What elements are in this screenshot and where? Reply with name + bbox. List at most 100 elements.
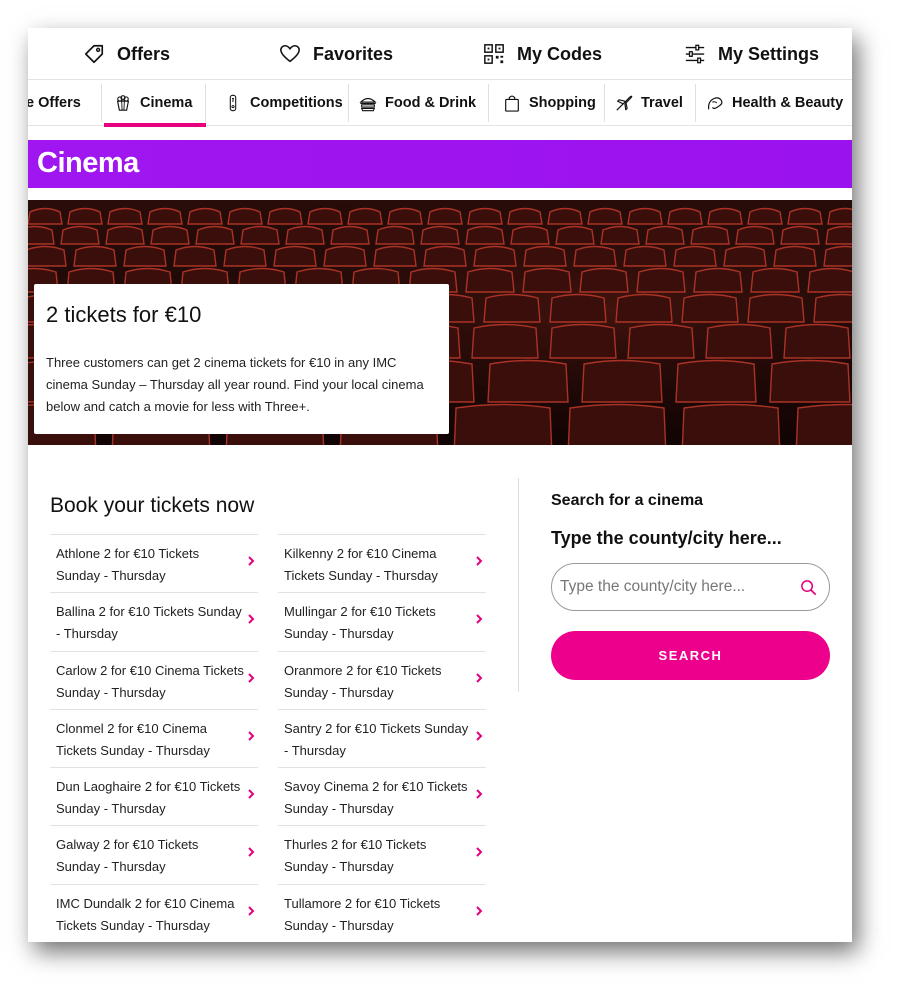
- seat-shape: [523, 245, 567, 267]
- chevron-right-icon: [476, 906, 483, 916]
- nav-my-settings[interactable]: My Settings: [684, 28, 819, 80]
- seat-shape: [567, 403, 667, 445]
- nav-offers[interactable]: Offers: [83, 28, 170, 80]
- seat-shape: [780, 225, 820, 245]
- nav-my-codes[interactable]: My Codes: [483, 28, 602, 80]
- cinema-link-label: Ballina 2 for €10 Tickets Sunday - Thurs…: [56, 604, 242, 642]
- cinema-link-label: Savoy Cinema 2 for €10 Tickets Sunday - …: [284, 779, 468, 817]
- cinema-link-label: Tullamore 2 for €10 Tickets Sunday - Thu…: [284, 895, 441, 933]
- cinema-link-imc-dundalk[interactable]: IMC Dundalk 2 for €10 Cinema Tickets Sun…: [50, 885, 258, 942]
- tab-offers-label: e Offers: [28, 95, 81, 111]
- chevron-right-icon: [248, 731, 255, 741]
- seat-shape: [623, 245, 667, 267]
- seat-shape: [373, 245, 417, 267]
- seat-shape: [579, 267, 629, 293]
- seat-shape: [465, 225, 505, 245]
- tab-health-beauty[interactable]: Health & Beauty: [696, 80, 852, 126]
- cinema-link-mullingar[interactable]: Mullingar 2 for €10 Tickets Sunday - Thu…: [278, 593, 486, 652]
- nav-favorites[interactable]: Favorites: [279, 28, 393, 80]
- seat-shape: [285, 225, 325, 245]
- seat-shape: [825, 225, 852, 245]
- cinema-link-galway[interactable]: Galway 2 for €10 Tickets Sunday - Thursd…: [50, 826, 258, 885]
- cinema-link-clonmel[interactable]: Clonmel 2 for €10 Cinema Tickets Sunday …: [50, 710, 258, 769]
- tab-offers[interactable]: e Offers: [28, 80, 102, 126]
- seat-shape: [267, 207, 303, 225]
- seat-shape: [147, 207, 183, 225]
- seat-shape: [645, 225, 685, 245]
- cinema-link-ballina[interactable]: Ballina 2 for €10 Tickets Sunday - Thurs…: [50, 593, 258, 652]
- seat-shape: [375, 225, 415, 245]
- seat-shape: [555, 225, 595, 245]
- tag-icon: [84, 44, 104, 64]
- tab-travel-label: Travel: [641, 95, 683, 111]
- plane-icon: [616, 95, 633, 111]
- offer-description: Three customers can get 2 cinema tickets…: [46, 355, 424, 414]
- seat-shape: [547, 207, 583, 225]
- cinema-link-dun-laoghaire[interactable]: Dun Laoghaire 2 for €10 Tickets Sunday -…: [50, 768, 258, 827]
- seat-shape: [705, 323, 773, 359]
- seat-shape: [507, 207, 543, 225]
- tab-health-beauty-label: Health & Beauty: [732, 95, 844, 111]
- beauty-icon: [708, 97, 723, 110]
- book-tickets-heading: Book your tickets now: [50, 494, 255, 517]
- seat-shape: [549, 323, 617, 359]
- seat-shape: [747, 293, 805, 323]
- cinema-link-oranmore[interactable]: Oranmore 2 for €10 Tickets Sunday - Thur…: [278, 652, 486, 710]
- seat-shape: [773, 245, 817, 267]
- tab-cinema-label: Cinema: [140, 95, 193, 111]
- search-button[interactable]: SEARCH: [551, 631, 830, 680]
- chevron-right-icon: [248, 906, 255, 916]
- seat-shape: [427, 207, 463, 225]
- search-icon[interactable]: [800, 579, 817, 596]
- seat-shape: [587, 207, 623, 225]
- seat-shape: [387, 207, 423, 225]
- cinema-link-santry[interactable]: Santry 2 for €10 Tickets Sunday - Thursd…: [278, 710, 486, 769]
- seat-shape: [28, 225, 55, 245]
- cinema-link-label: IMC Dundalk 2 for €10 Cinema Tickets Sun…: [56, 895, 235, 933]
- cinema-link-label: Santry 2 for €10 Tickets Sunday - Thursd…: [284, 720, 469, 758]
- chevron-right-icon: [248, 847, 255, 858]
- search-label: Type the county/city here...: [551, 528, 782, 548]
- seat-shape: [227, 207, 263, 225]
- cinema-link-thurles[interactable]: Thurles 2 for €10 Tickets Sunday - Thurs…: [278, 826, 486, 885]
- cinema-list-left: Athlone 2 for €10 Tickets Sunday - Thurs…: [50, 534, 258, 942]
- tab-competitions[interactable]: Competitions: [206, 80, 349, 126]
- seat-shape: [769, 359, 851, 403]
- tab-shopping[interactable]: Shopping: [489, 80, 605, 126]
- chevron-right-icon: [248, 672, 255, 683]
- chevron-right-icon: [476, 847, 483, 858]
- seat-shape: [67, 207, 103, 225]
- seat-shape: [510, 225, 550, 245]
- tab-cinema[interactable]: Cinema: [104, 80, 206, 127]
- seat-shape: [667, 207, 703, 225]
- tab-travel[interactable]: Travel: [605, 80, 696, 126]
- offer-card: 2 tickets for €10 Three customers can ge…: [34, 284, 449, 434]
- qr-code-icon: [484, 44, 504, 64]
- tab-food-drink-label: Food & Drink: [385, 95, 477, 111]
- cinema-link-athlone[interactable]: Athlone 2 for €10 Tickets Sunday - Thurs…: [50, 535, 258, 594]
- cinema-link-savoy[interactable]: Savoy Cinema 2 for €10 Tickets Sunday - …: [278, 768, 486, 827]
- seat-shape: [636, 267, 686, 293]
- seat-shape: [747, 207, 783, 225]
- cinema-link-label: Oranmore 2 for €10 Tickets Sunday - Thur…: [284, 662, 442, 700]
- hero-banner: 2 tickets for €10 Three customers can ge…: [28, 200, 852, 445]
- nav-favorites-label: Favorites: [313, 43, 394, 64]
- cinema-link-carlow[interactable]: Carlow 2 for €10 Cinema Tickets Sunday -…: [50, 652, 258, 710]
- seat-shape: [467, 207, 503, 225]
- cinema-link-tullamore[interactable]: Tullamore 2 for €10 Tickets Sunday - Thu…: [278, 885, 486, 942]
- seat-shape: [323, 245, 367, 267]
- cinema-link-label: Kilkenny 2 for €10 Cinema Tickets Sunday…: [284, 546, 438, 583]
- seat-shape: [123, 245, 167, 267]
- tab-food-drink[interactable]: Food & Drink: [349, 80, 489, 126]
- nav-my-codes-label: My Codes: [517, 43, 603, 64]
- cinema-link-label: Galway 2 for €10 Tickets Sunday - Thursd…: [56, 837, 199, 875]
- seat-shape: [465, 267, 515, 293]
- search-input[interactable]: [560, 564, 790, 610]
- seat-shape: [675, 359, 757, 403]
- chevron-right-icon: [248, 614, 255, 625]
- chevron-right-icon: [476, 672, 483, 683]
- seat-shape: [187, 207, 223, 225]
- top-navigation: Offers Favorites My Codes My Settings: [28, 28, 852, 80]
- seat-shape: [347, 207, 383, 225]
- cinema-link-kilkenny[interactable]: Kilkenny 2 for €10 Cinema Tickets Sunday…: [278, 535, 486, 594]
